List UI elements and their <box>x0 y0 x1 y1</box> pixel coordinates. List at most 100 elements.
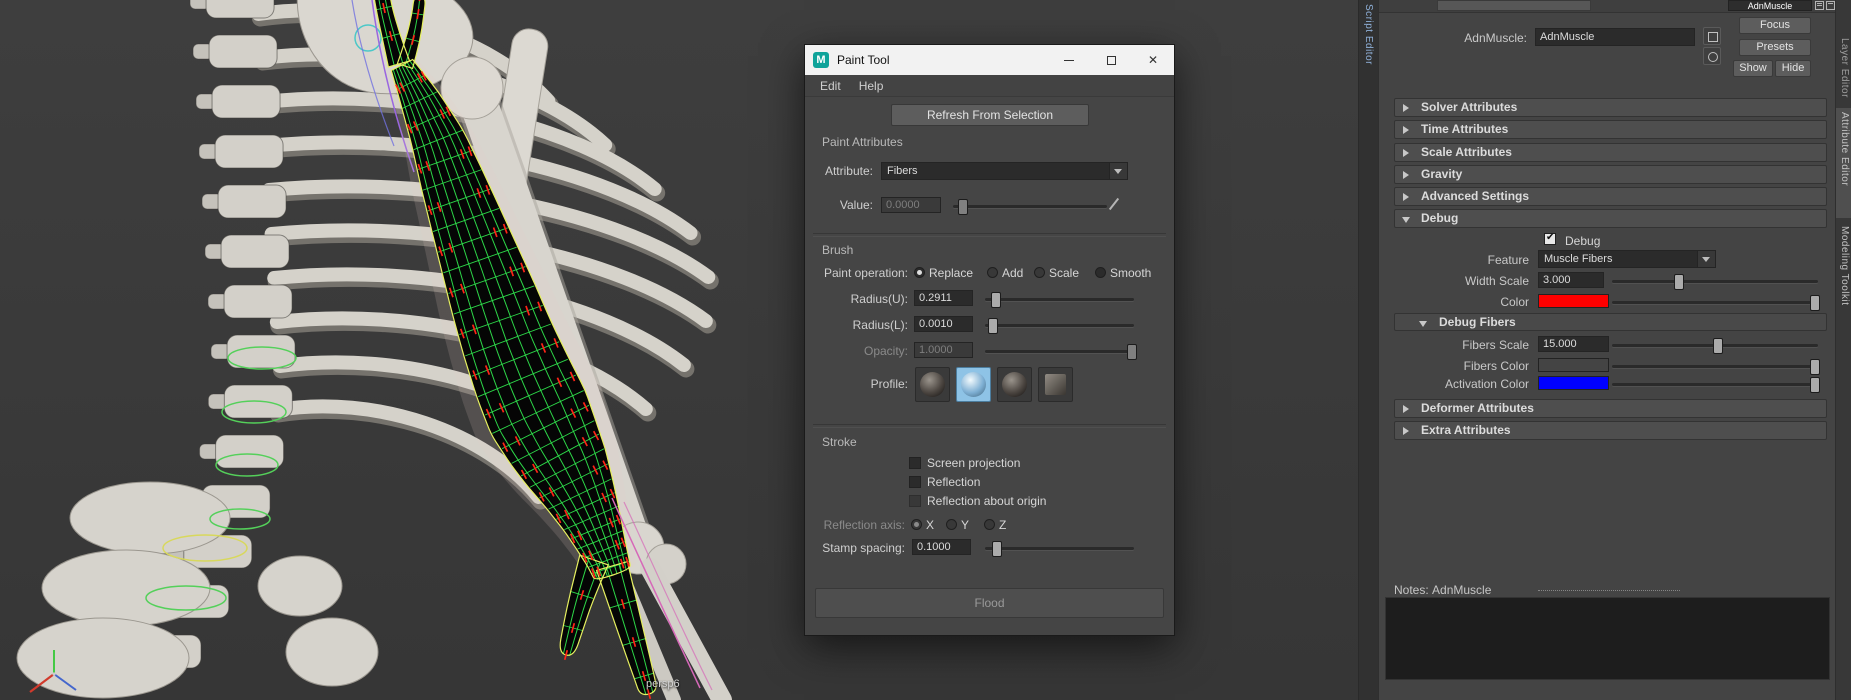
stamp-spacing-slider[interactable] <box>985 547 1134 550</box>
slider-handle[interactable] <box>1810 359 1820 375</box>
dock-tab-modeling-toolkit[interactable]: Modeling Toolkit <box>1839 226 1850 306</box>
feature-label: Feature <box>1379 253 1529 267</box>
menu-help[interactable]: Help <box>850 79 893 93</box>
reflection-label: Reflection <box>927 475 980 489</box>
camera-label: persp6 <box>646 678 680 690</box>
dialog-titlebar[interactable]: M Paint Tool ✕ <box>805 45 1174 75</box>
section-debug-fibers[interactable]: Debug Fibers <box>1394 313 1827 331</box>
profile-solid-icon <box>1002 372 1027 397</box>
maximize-button[interactable] <box>1090 45 1132 75</box>
node-name-field[interactable] <box>1535 28 1695 46</box>
width-scale-slider[interactable] <box>1612 280 1818 283</box>
tab-list-icon[interactable] <box>1815 1 1824 10</box>
close-button[interactable]: ✕ <box>1132 45 1174 75</box>
profile-soft-icon <box>961 372 986 397</box>
script-editor-strip: Script Editor <box>1358 0 1380 700</box>
color-slider[interactable] <box>1612 301 1818 304</box>
expand-arrow-icon <box>1403 427 1409 435</box>
section-scale-attributes[interactable]: Scale Attributes <box>1394 143 1827 162</box>
dock-tab-attribute-editor[interactable]: Attribute Editor <box>1839 112 1850 186</box>
fibers-scale-label: Fibers Scale <box>1379 338 1529 352</box>
stamp-spacing-field[interactable] <box>912 539 971 555</box>
section-deformer-attributes[interactable]: Deformer Attributes <box>1394 399 1827 418</box>
dock-tab-layer-editor[interactable]: Layer Editor <box>1839 38 1850 98</box>
section-solver-attributes[interactable]: Solver Attributes <box>1394 98 1827 117</box>
debug-checkbox-label: Debug <box>1565 234 1600 248</box>
chevron-down-icon <box>1109 163 1127 179</box>
fibers-color-swatch[interactable] <box>1538 358 1609 372</box>
section-time-attributes[interactable]: Time Attributes <box>1394 120 1827 139</box>
fibers-scale-slider[interactable] <box>1612 344 1818 347</box>
chevron-down-icon <box>1697 251 1715 267</box>
radio-replace[interactable] <box>914 267 925 278</box>
slider-handle[interactable] <box>1674 274 1684 290</box>
expand-arrow-icon <box>1403 193 1409 201</box>
node-type-label: AdnMuscle: <box>1379 31 1527 45</box>
show-button[interactable]: Show <box>1733 60 1773 77</box>
minimize-button[interactable] <box>1048 45 1090 75</box>
radius-l-field[interactable] <box>914 316 973 332</box>
expand-arrow-icon <box>1403 126 1409 134</box>
paint-operation-label: Paint operation: <box>805 266 908 280</box>
activation-color-slider[interactable] <box>1612 383 1818 386</box>
radio-add-label: Add <box>1002 266 1023 280</box>
profile-gaussian-button[interactable] <box>915 367 950 402</box>
radius-u-slider[interactable] <box>985 298 1134 301</box>
section-advanced-settings[interactable]: Advanced Settings <box>1394 187 1827 206</box>
ae-tab-adnmuscle[interactable]: AdnMuscle <box>1728 0 1812 11</box>
opacity-label: Opacity: <box>805 344 908 358</box>
section-divider <box>813 233 1166 237</box>
debug-color-swatch[interactable] <box>1538 294 1609 308</box>
ae-tab-hidden[interactable] <box>1437 0 1591 11</box>
slider-handle[interactable] <box>988 318 998 334</box>
profile-solid-button[interactable] <box>997 367 1032 402</box>
refresh-from-selection-button[interactable]: Refresh From Selection <box>891 104 1089 126</box>
section-extra-attributes[interactable]: Extra Attributes <box>1394 421 1827 440</box>
slider-handle[interactable] <box>1810 377 1820 393</box>
radio-smooth[interactable] <box>1095 267 1106 278</box>
select-node-icon[interactable] <box>1703 27 1721 45</box>
feature-dropdown[interactable]: Muscle Fibers <box>1538 250 1716 268</box>
expand-arrow-icon <box>1403 405 1409 413</box>
reflection-axis-label: Reflection axis: <box>805 518 905 532</box>
axis-y-label: Y <box>961 518 969 532</box>
tab-menu-icon[interactable] <box>1826 1 1835 10</box>
activation-color-swatch[interactable] <box>1538 376 1609 390</box>
width-scale-field[interactable] <box>1538 272 1604 288</box>
script-editor-tab[interactable]: Script Editor <box>1363 4 1374 65</box>
notes-textarea[interactable] <box>1385 597 1830 680</box>
radio-smooth-label: Smooth <box>1110 266 1151 280</box>
activation-color-label: Activation Color <box>1379 377 1529 391</box>
maximize-icon <box>1107 56 1116 65</box>
radius-u-field[interactable] <box>914 290 973 306</box>
axis-z-radio <box>984 519 995 530</box>
presets-button[interactable]: Presets <box>1739 39 1811 56</box>
hide-button[interactable]: Hide <box>1775 60 1811 77</box>
slider-handle[interactable] <box>1810 295 1820 311</box>
fibers-scale-field[interactable] <box>1538 336 1609 352</box>
slider-handle <box>1127 344 1137 360</box>
pin-node-icon[interactable] <box>1703 47 1721 65</box>
expand-arrow-icon <box>1403 149 1409 157</box>
debug-checkbox[interactable] <box>1544 233 1556 245</box>
profile-soft-button[interactable] <box>956 367 991 402</box>
profile-square-button[interactable] <box>1038 367 1073 402</box>
slider-handle[interactable] <box>992 541 1002 557</box>
flood-button: Flood <box>815 588 1164 618</box>
axis-x-radio <box>911 519 922 530</box>
notes-node-name: AdnMuscle <box>1432 583 1491 597</box>
slider-handle[interactable] <box>1713 338 1723 354</box>
slider-pencil-icon[interactable] <box>1109 198 1119 210</box>
fibers-color-slider[interactable] <box>1612 365 1818 368</box>
menu-edit[interactable]: Edit <box>811 79 850 93</box>
slider-handle[interactable] <box>991 292 1001 308</box>
dialog-menubar: Edit Help <box>805 75 1174 97</box>
section-gravity[interactable]: Gravity <box>1394 165 1827 184</box>
focus-button[interactable]: Focus <box>1739 17 1811 34</box>
reflection-checkbox[interactable] <box>909 476 921 488</box>
section-debug[interactable]: Debug <box>1394 209 1827 228</box>
screen-projection-checkbox[interactable] <box>909 457 921 469</box>
minimize-icon <box>1064 60 1074 61</box>
radius-l-slider[interactable] <box>985 324 1134 327</box>
attribute-dropdown[interactable]: Fibers <box>881 162 1128 180</box>
